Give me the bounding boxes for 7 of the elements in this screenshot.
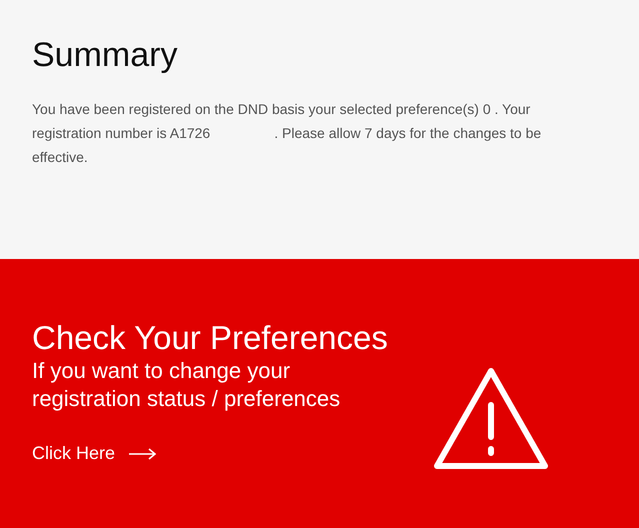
banner-title: Check Your Preferences: [32, 319, 388, 357]
banner-subtitle: If you want to change your registration status / preferences: [32, 357, 342, 413]
click-here-link[interactable]: Click Here: [32, 443, 158, 464]
summary-text: You have been registered on the DND basis your selected preference(s) 0 . Your registration number is A1726 . Please allow 7 days for the changes to be effective.: [32, 100, 542, 167]
arrow-icon: [129, 448, 158, 460]
summary-title: Summary: [32, 36, 178, 75]
warning-icon: [433, 367, 549, 471]
